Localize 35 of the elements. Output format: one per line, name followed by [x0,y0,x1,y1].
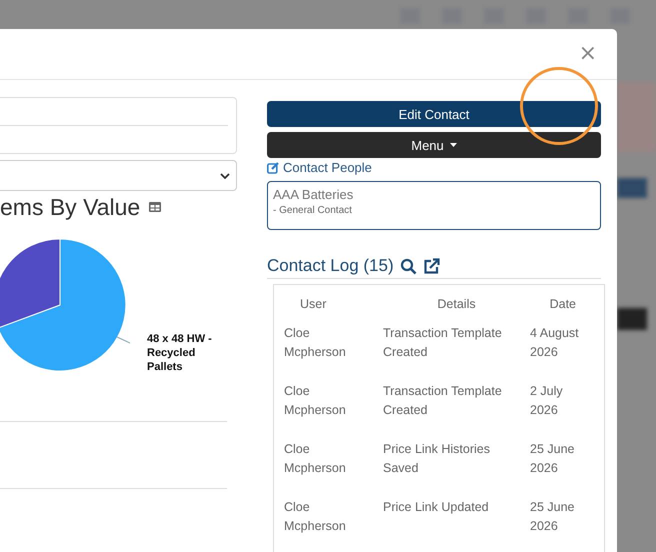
contact-name: AAA Batteries [273,187,354,202]
table-cell-text: Price Link Updated [383,499,489,516]
table-cell-text: 4 August 2026 [530,325,580,361]
table-cell-text: Cloe Mcpherson [284,325,347,361]
page-background [617,82,656,152]
chevron-down-icon [220,172,230,178]
select-field[interactable] [0,160,237,191]
column-header: Details [436,296,477,313]
table-cell-text: 25 June 2026 [530,441,576,477]
chart-title: ems By Value [0,194,140,220]
page-background [617,178,647,198]
contact-people-link[interactable]: Contact People [267,160,372,175]
column-header: Date [548,296,577,313]
table-cell-text: Transaction Template Created [383,325,503,361]
edit-contact-button[interactable]: Edit Contact [267,101,601,127]
external-link-icon[interactable] [422,258,440,274]
table-cell-text: 25 June 2026 [530,499,576,535]
slice-label: 48 x 48 HW - Recycled Pallets [147,332,213,374]
close-button[interactable]: × [576,43,599,65]
table-cell-text: Transaction Template Created [383,383,503,419]
contact-card[interactable]: AAA Batteries - General Contact [267,181,601,230]
page-background [617,308,647,330]
caret-icon [450,143,457,147]
contact-role: - General Contact [273,205,353,216]
column-header: User [299,296,328,313]
table-cell-text: Cloe Mcpherson [284,499,347,535]
table-cell-text: Cloe Mcpherson [284,441,347,477]
menu-button[interactable]: Menu [267,132,601,158]
section-title: Contact Log (15) [267,256,394,276]
table-cell-text: Price Link Histories Saved [383,441,491,477]
search-icon[interactable] [400,258,417,274]
table-cell-text: 2 July 2026 [530,383,564,419]
edit-icon [267,162,279,174]
table-cell-text: Cloe Mcpherson [284,383,347,419]
table-icon[interactable] [149,202,162,212]
